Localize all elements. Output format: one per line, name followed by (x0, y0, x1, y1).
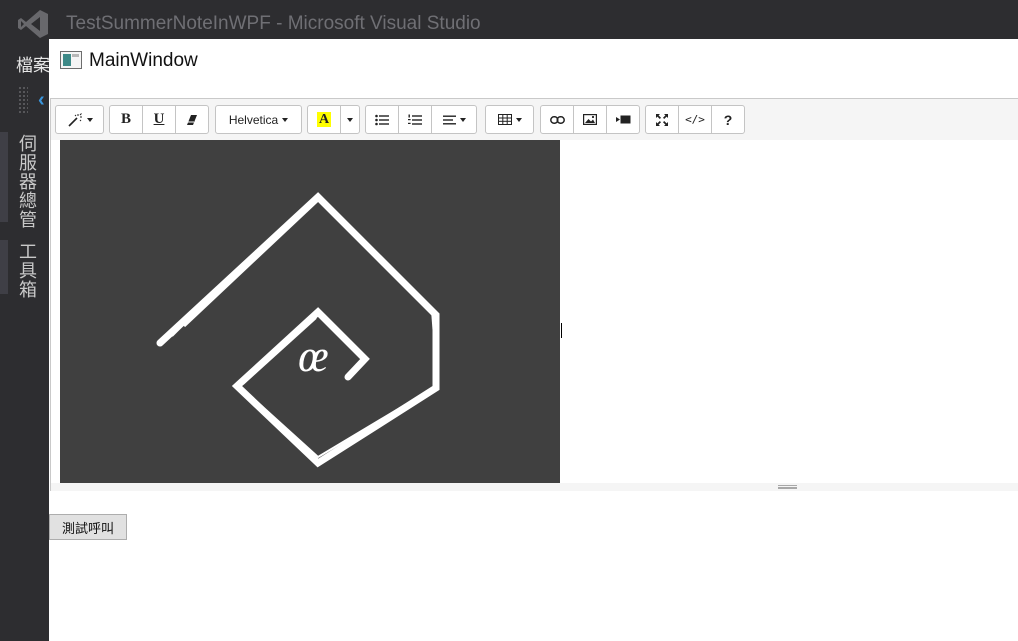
picture-icon (583, 114, 597, 125)
caret-down-icon (86, 117, 93, 122)
magic-wand-icon (67, 112, 82, 127)
vs-side-tab-marker (0, 240, 8, 294)
insert-video-button[interactable] (606, 105, 640, 134)
window-app-icon (60, 51, 82, 69)
bold-button[interactable]: B (109, 105, 143, 134)
insert-picture-button[interactable] (573, 105, 607, 134)
logo-image: œ (156, 192, 440, 468)
align-dropdown-button[interactable] (431, 105, 477, 134)
caret-down-icon (347, 117, 353, 122)
logo-text: œ (298, 330, 329, 381)
table-icon (497, 114, 512, 125)
view-group: </> ? (645, 105, 745, 134)
vs-window-title: TestSummerNoteInWPF - Microsoft Visual S… (66, 13, 481, 34)
window-title: MainWindow (89, 50, 198, 71)
test-call-button[interactable]: 測試呼叫 (49, 514, 127, 540)
inserted-image[interactable]: œ (60, 140, 560, 484)
summernote-editor: B U Helvetica A </> ? œ (50, 98, 1018, 491)
editor-statusbar (51, 483, 1018, 491)
recent-color-button[interactable]: A (307, 105, 341, 134)
table-dropdown-button[interactable] (485, 105, 534, 134)
main-window: MainWindow B U Helvetica A </> ? œ 測試呼叫 (49, 39, 1018, 641)
vs-side-tab-marker (0, 132, 8, 222)
video-icon (615, 115, 630, 124)
style-group (55, 105, 104, 134)
ordered-list-icon (408, 114, 422, 125)
visual-studio-logo-icon (18, 10, 48, 38)
unordered-list-icon (375, 114, 389, 125)
editor-toolbar: B U Helvetica A </> ? (51, 99, 1018, 140)
caret-down-icon (282, 117, 289, 122)
fullscreen-icon (656, 113, 668, 126)
eraser-icon (187, 114, 197, 125)
caret-down-icon (515, 117, 522, 122)
align-left-icon (442, 115, 456, 124)
codeview-button[interactable]: </> (678, 105, 712, 134)
color-group: A (307, 105, 360, 134)
ordered-list-button[interactable] (398, 105, 432, 134)
link-icon (549, 115, 565, 124)
paragraph-group (365, 105, 477, 134)
font-name-label: Helvetica (228, 112, 279, 127)
fullscreen-button[interactable] (645, 105, 679, 134)
caret-down-icon (459, 117, 466, 122)
font-name-group: Helvetica (215, 105, 302, 134)
font-style-group: B U (109, 105, 209, 134)
table-group (485, 105, 534, 134)
text-cursor (561, 323, 562, 338)
font-name-dropdown[interactable]: Helvetica (215, 105, 302, 134)
underline-button[interactable]: U (142, 105, 176, 134)
vs-side-tab-server-explorer[interactable]: 伺服器總管 (14, 134, 40, 229)
unordered-list-button[interactable] (365, 105, 399, 134)
insert-link-button[interactable] (540, 105, 574, 134)
color-letter: A (316, 112, 332, 127)
vs-toolbar-grip[interactable] (18, 86, 28, 114)
clear-format-button[interactable] (175, 105, 209, 134)
help-button[interactable]: ? (711, 105, 745, 134)
insert-group (540, 105, 640, 134)
editor-editable-area[interactable]: œ (51, 140, 1018, 484)
style-dropdown-button[interactable] (55, 105, 104, 134)
window-titlebar: MainWindow (49, 39, 1018, 81)
vs-menu-file[interactable]: 檔案 (16, 51, 50, 76)
vs-side-tab-toolbox[interactable]: 工具箱 (14, 242, 40, 299)
color-dropdown-button[interactable] (340, 105, 360, 134)
resize-handle[interactable] (778, 485, 797, 489)
